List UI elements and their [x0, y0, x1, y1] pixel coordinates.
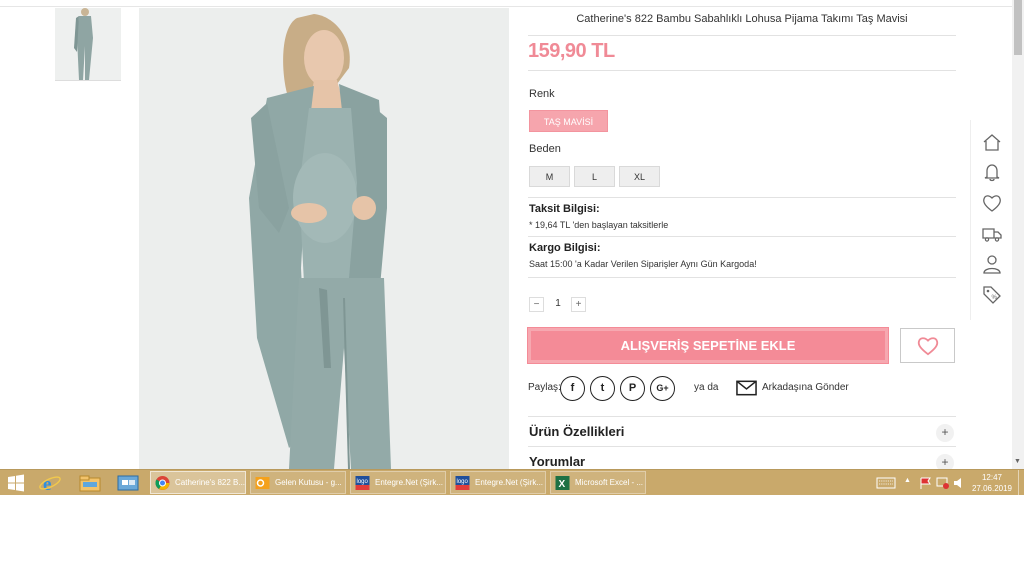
- size-option-m[interactable]: M: [529, 166, 570, 187]
- or-label: ya da: [694, 382, 719, 393]
- truck-icon[interactable]: [982, 224, 1002, 244]
- browser-viewport: Catherine's 822 Bambu Sabahlıklı Lohusa …: [0, 0, 1024, 469]
- network-status-icon[interactable]: [936, 476, 950, 490]
- scroll-down-arrow-icon[interactable]: ▼: [1014, 458, 1021, 465]
- quantity-increase-button[interactable]: +: [571, 297, 586, 312]
- accordion-title: Yorumlar: [529, 454, 586, 469]
- internet-explorer-icon[interactable]: e: [36, 472, 64, 494]
- shipping-title: Kargo Bilgisi:: [529, 242, 601, 254]
- svg-text:logo: logo: [457, 479, 469, 485]
- divider: [528, 35, 956, 36]
- task-entegre-2[interactable]: logo Entegre.Net (Şirk...: [450, 471, 546, 494]
- google-plus-icon[interactable]: G+: [650, 376, 675, 401]
- heart-icon: [917, 336, 938, 355]
- plus-icon[interactable]: +: [936, 454, 954, 469]
- blank-area: [0, 495, 1024, 576]
- clock-time: 12:47: [981, 473, 1003, 482]
- send-to-friend-link[interactable]: Arkadaşına Gönder: [762, 382, 849, 393]
- add-to-cart-button[interactable]: ALIŞVERİŞ SEPETİNE EKLE: [527, 327, 889, 364]
- quantity-decrease-button[interactable]: −: [529, 297, 544, 312]
- file-explorer-icon[interactable]: [76, 472, 104, 494]
- accordion-product-features[interactable]: Ürün Özellikleri +: [528, 416, 956, 446]
- svg-text:logo: logo: [357, 479, 369, 485]
- divider: [528, 277, 956, 278]
- excel-icon: X: [555, 476, 570, 490]
- divider: [528, 197, 956, 198]
- task-excel[interactable]: X Microsoft Excel - ...: [550, 471, 646, 494]
- windows-start-icon[interactable]: [2, 472, 30, 494]
- task-label: Gelen Kutusu - g...: [275, 478, 342, 487]
- svg-text:X: X: [559, 479, 566, 490]
- divider: [528, 70, 956, 71]
- network-app-icon[interactable]: [114, 472, 142, 494]
- accordion-title: Ürün Özellikleri: [529, 424, 625, 439]
- header-divider: [0, 6, 1012, 7]
- outlook-icon: [255, 477, 270, 489]
- mail-icon[interactable]: [736, 380, 757, 396]
- show-desktop-button[interactable]: [1018, 470, 1024, 496]
- size-option-l[interactable]: L: [574, 166, 615, 187]
- share-label: Paylaş:: [528, 382, 561, 393]
- task-label: Entegre.Net (Şirk...: [375, 478, 444, 487]
- keyboard-icon[interactable]: [876, 476, 896, 490]
- chrome-icon: [155, 476, 170, 490]
- facebook-icon[interactable]: f: [560, 376, 585, 401]
- task-outlook[interactable]: Gelen Kutusu - g...: [250, 471, 346, 494]
- flag-icon[interactable]: [919, 476, 933, 490]
- user-icon[interactable]: [982, 254, 1002, 274]
- product-thumbnail[interactable]: [55, 8, 121, 81]
- quantity-value[interactable]: 1: [552, 298, 564, 309]
- divider: [528, 236, 956, 237]
- twitter-icon[interactable]: t: [590, 376, 615, 401]
- product-main-image[interactable]: [139, 8, 509, 469]
- color-label: Renk: [529, 88, 555, 100]
- size-option-xl[interactable]: XL: [619, 166, 660, 187]
- logo-tiger-icon: logo: [355, 476, 370, 490]
- task-label: Microsoft Excel - ...: [575, 478, 644, 487]
- pinterest-icon[interactable]: P: [620, 376, 645, 401]
- heart-icon[interactable]: [982, 193, 1002, 213]
- accordion-reviews[interactable]: Yorumlar +: [528, 446, 956, 469]
- logo-tiger-icon: logo: [455, 476, 470, 490]
- plus-icon[interactable]: +: [936, 424, 954, 442]
- task-chrome[interactable]: Catherine's 822 B...: [150, 471, 246, 494]
- svg-text:%: %: [992, 295, 998, 301]
- tag-icon[interactable]: %: [982, 285, 1002, 305]
- product-title: Catherine's 822 Bambu Sabahlıklı Lohusa …: [576, 13, 908, 25]
- windows-taskbar: e Catherine's 822 B... Gelen Kutusu - g.…: [0, 469, 1024, 496]
- svg-text:e: e: [43, 474, 51, 494]
- task-label: Catherine's 822 B...: [175, 478, 246, 487]
- task-entegre-1[interactable]: logo Entegre.Net (Şirk...: [350, 471, 446, 494]
- product-price: 159,90 TL: [528, 40, 615, 62]
- size-label: Beden: [529, 143, 561, 155]
- task-label: Entegre.Net (Şirk...: [475, 478, 544, 487]
- installment-title: Taksit Bilgisi:: [529, 203, 600, 215]
- color-option-tas-mavisi[interactable]: TAŞ MAVİSİ: [529, 110, 608, 132]
- add-to-wishlist-button[interactable]: [900, 328, 955, 363]
- page-scrollbar[interactable]: [1012, 0, 1024, 469]
- installment-text: * 19,64 TL 'den başlayan taksitlerle: [529, 220, 669, 230]
- clock-date: 27.06.2019: [971, 484, 1013, 493]
- shipping-text: Saat 15:00 'a Kadar Verilen Siparişler A…: [529, 259, 757, 269]
- scrollbar-thumb[interactable]: [1014, 0, 1022, 55]
- bell-icon[interactable]: [982, 162, 1002, 182]
- home-icon[interactable]: [982, 132, 1002, 152]
- volume-icon[interactable]: [953, 476, 965, 490]
